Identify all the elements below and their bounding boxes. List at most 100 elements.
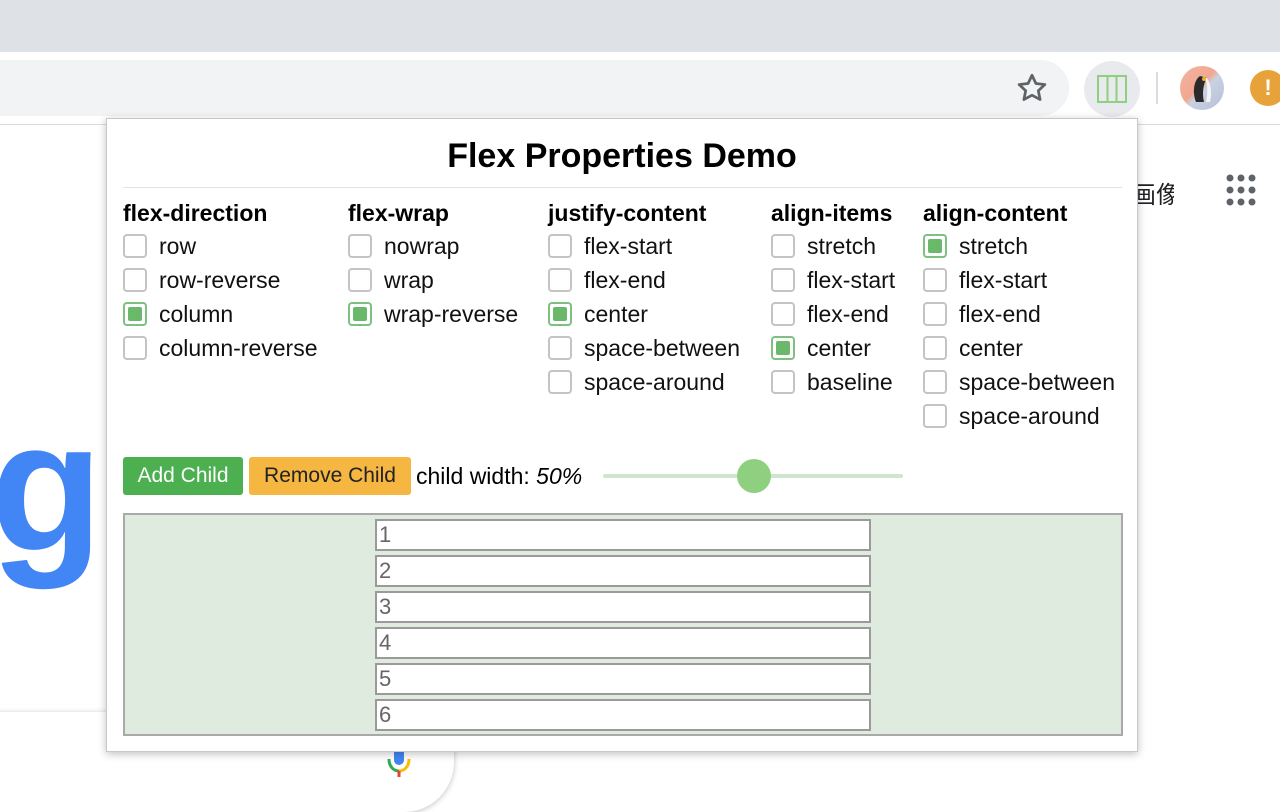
flex-child: 5 [375, 662, 871, 695]
checkbox[interactable] [548, 302, 572, 326]
option-align-items-baseline[interactable]: baseline [771, 365, 895, 399]
flex-child: 1 [375, 518, 871, 551]
option-align-content-stretch[interactable]: stretch [923, 229, 1115, 263]
checkbox[interactable] [123, 234, 147, 258]
option-label: stretch [807, 232, 877, 259]
option-label: row-reverse [159, 266, 281, 293]
child-controls: Add Child Remove Child child width: 50% [123, 457, 1123, 495]
option-flex-wrap-nowrap[interactable]: nowrap [348, 229, 518, 263]
group-title: flex-wrap [348, 200, 449, 226]
group-title: align-content [923, 200, 1068, 226]
checkbox[interactable] [923, 404, 947, 428]
option-group-flex-direction: flex-direction row row-reverse column column… [123, 199, 318, 365]
option-label: row [159, 232, 197, 259]
option-flex-direction-row[interactable]: row [123, 229, 318, 263]
apps-grid-icon[interactable] [1224, 172, 1264, 212]
option-label: wrap-reverse [384, 300, 519, 327]
group-title: flex-direction [123, 200, 268, 226]
option-label: flex-start [807, 266, 896, 293]
checkbox[interactable] [123, 302, 147, 326]
checkbox[interactable] [771, 268, 795, 292]
group-title: justify-content [548, 200, 707, 226]
title-divider [123, 187, 1122, 188]
child-width-slider-thumb[interactable] [737, 459, 771, 493]
option-label: flex-end [807, 300, 889, 327]
option-label: center [584, 300, 648, 327]
address-bar[interactable] [0, 60, 1069, 116]
add-child-button[interactable]: Add Child [123, 457, 243, 495]
option-label: space-between [959, 368, 1115, 395]
checkbox[interactable] [123, 268, 147, 292]
checkbox[interactable] [548, 370, 572, 394]
option-align-content-flex-start[interactable]: flex-start [923, 263, 1115, 297]
checkbox[interactable] [771, 336, 795, 360]
option-label: column [159, 300, 234, 327]
flex-child: 6 [375, 698, 871, 731]
flex-extension-button[interactable] [1084, 61, 1140, 117]
option-label: space-around [584, 368, 725, 395]
option-label: column-reverse [159, 334, 318, 361]
flex-preview-container: 123456 [123, 513, 1123, 736]
option-label: center [807, 334, 871, 361]
option-label: wrap [384, 266, 434, 293]
group-title: align-items [771, 200, 893, 226]
checkbox[interactable] [771, 234, 795, 258]
checkbox[interactable] [771, 302, 795, 326]
option-align-items-flex-end[interactable]: flex-end [771, 297, 895, 331]
checkbox[interactable] [923, 370, 947, 394]
logo-letter-g: g [0, 384, 103, 590]
option-align-content-space-around[interactable]: space-around [923, 399, 1115, 433]
option-justify-content-flex-start[interactable]: flex-start [548, 229, 740, 263]
option-label: nowrap [384, 232, 460, 259]
option-label: flex-start [959, 266, 1048, 293]
option-group-align-content: align-content stretch flex-start flex-end ce… [923, 199, 1115, 433]
toolbar-separator [1156, 72, 1158, 104]
checkbox[interactable] [771, 370, 795, 394]
checkbox[interactable] [923, 336, 947, 360]
option-justify-content-space-around[interactable]: space-around [548, 365, 740, 399]
child-width-value: 50% [536, 463, 583, 489]
browser-toolbar: ! [0, 52, 1280, 125]
option-label: flex-start [584, 232, 673, 259]
child-width-text: child width: [416, 463, 530, 489]
checkbox[interactable] [923, 302, 947, 326]
checkbox[interactable] [548, 234, 572, 258]
checkbox[interactable] [348, 302, 372, 326]
checkbox[interactable] [923, 268, 947, 292]
option-justify-content-center[interactable]: center [548, 297, 740, 331]
star-icon[interactable] [1014, 70, 1050, 106]
option-flex-wrap-wrap-reverse[interactable]: wrap-reverse [348, 297, 518, 331]
option-align-items-stretch[interactable]: stretch [771, 229, 895, 263]
flex-child: 2 [375, 554, 871, 587]
option-group-justify-content: justify-content flex-start flex-end center s… [548, 199, 740, 399]
option-flex-direction-column-reverse[interactable]: column-reverse [123, 331, 318, 365]
option-justify-content-flex-end[interactable]: flex-end [548, 263, 740, 297]
option-align-content-flex-end[interactable]: flex-end [923, 297, 1115, 331]
option-align-items-flex-start[interactable]: flex-start [771, 263, 895, 297]
option-label: space-between [584, 334, 740, 361]
option-flex-direction-row-reverse[interactable]: row-reverse [123, 263, 318, 297]
warning-icon[interactable]: ! [1250, 70, 1280, 106]
profile-avatar[interactable] [1180, 66, 1224, 110]
checkbox[interactable] [123, 336, 147, 360]
checkbox[interactable] [923, 234, 947, 258]
option-label: center [959, 334, 1023, 361]
option-align-items-center[interactable]: center [771, 331, 895, 365]
images-link[interactable]: 画像 [1132, 175, 1174, 210]
option-justify-content-space-between[interactable]: space-between [548, 331, 740, 365]
checkbox[interactable] [348, 234, 372, 258]
option-align-content-space-between[interactable]: space-between [923, 365, 1115, 399]
checkbox[interactable] [548, 336, 572, 360]
option-label: space-around [959, 402, 1100, 429]
option-align-content-center[interactable]: center [923, 331, 1115, 365]
child-width-label: child width: 50% [416, 457, 582, 495]
checkbox[interactable] [548, 268, 572, 292]
flex-child: 4 [375, 626, 871, 659]
option-flex-direction-column[interactable]: column [123, 297, 318, 331]
tab-strip [0, 0, 1280, 52]
option-flex-wrap-wrap[interactable]: wrap [348, 263, 518, 297]
option-label: baseline [807, 368, 893, 395]
remove-child-button[interactable]: Remove Child [249, 457, 411, 495]
penguin-icon [1193, 76, 1211, 102]
checkbox[interactable] [348, 268, 372, 292]
